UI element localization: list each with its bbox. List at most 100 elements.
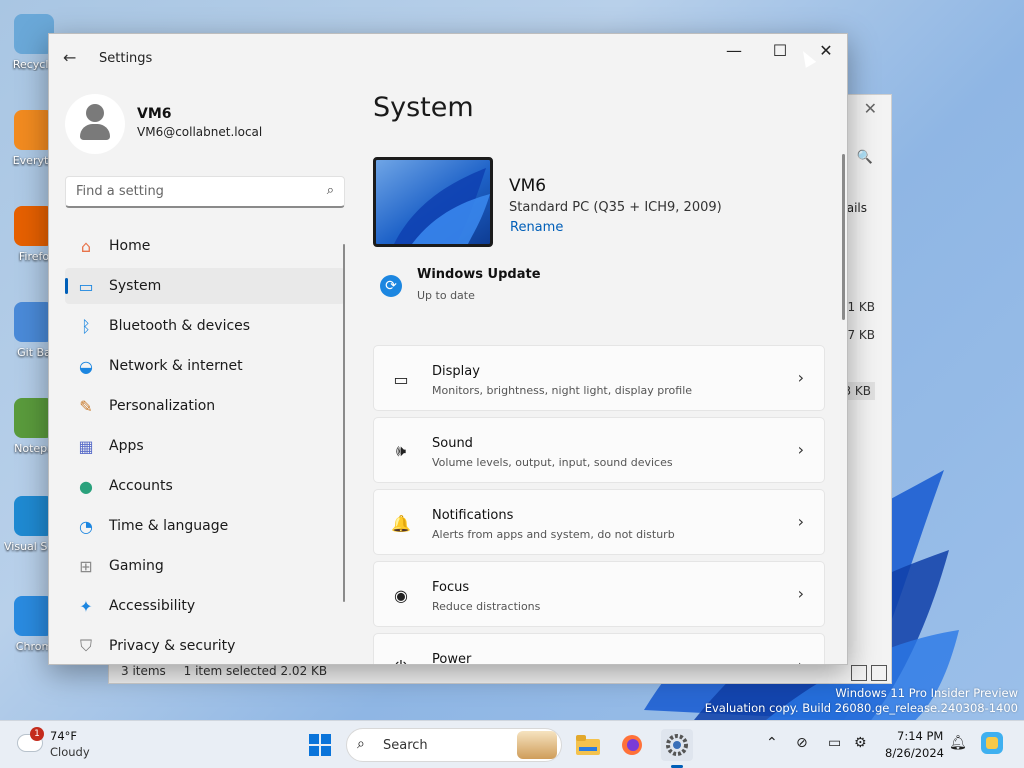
card-subtitle: Alerts from apps and system, do not dist…	[432, 528, 675, 541]
accounts-icon: ●	[79, 476, 93, 496]
settings-card-focus[interactable]: ◉ Focus Reduce distractions ›	[373, 561, 825, 627]
details-view-icon[interactable]	[851, 665, 867, 681]
home-icon: ⌂	[80, 236, 92, 256]
sidebar-item-label: Time & language	[109, 518, 229, 534]
tiles-view-icon[interactable]	[871, 665, 887, 681]
notification-badge: 1	[30, 727, 44, 741]
brush-icon: ✎	[79, 396, 93, 416]
view-buttons	[851, 665, 887, 681]
chevron-right-icon: ›	[797, 584, 804, 603]
sidebar-item-gaming[interactable]: ⊞ Gaming	[65, 548, 345, 584]
network-offline-icon[interactable]: ⊘	[796, 735, 808, 751]
sidebar-item-label: Accessibility	[109, 598, 196, 614]
item-count: 3 items	[121, 664, 166, 678]
settings-card-power[interactable]: ⏻ Power ›	[373, 633, 825, 665]
sidebar-scrollbar[interactable]	[343, 244, 345, 602]
card-title: Display	[432, 364, 480, 379]
card-title: Notifications	[432, 508, 514, 523]
weather-temperature: 74°F	[50, 729, 77, 743]
sidebar-item-apps[interactable]: ▦ Apps	[65, 428, 345, 464]
sidebar-item-home[interactable]: ⌂ Home	[65, 228, 345, 264]
settings-cards: ▭ Display Monitors, brightness, night ligh…	[373, 345, 825, 665]
find-setting-search: ⌕	[65, 176, 345, 208]
page-title: System	[373, 92, 474, 123]
settings-gear-icon[interactable]	[661, 729, 693, 761]
sidebar-item-bluetooth-devices[interactable]: ᛒ Bluetooth & devices	[65, 308, 345, 344]
copilot-icon[interactable]	[980, 731, 1004, 759]
wifi-icon: ◒	[79, 356, 93, 376]
power-icon: ⏻	[390, 656, 412, 664]
sidebar-item-label: Apps	[109, 438, 144, 454]
card-title: Power	[432, 652, 472, 665]
sidebar-nav: ⌂ Home ▭ System ᛒ Bluetooth & devices ◒ Network…	[65, 228, 345, 664]
clock-time[interactable]: 7:14 PM	[897, 729, 943, 743]
sidebar-item-label: Bluetooth & devices	[109, 318, 251, 334]
chevron-right-icon: ›	[797, 440, 804, 459]
windows-update-status: Up to date	[417, 289, 475, 302]
sidebar-item-label: Network & internet	[109, 358, 243, 374]
sidebar-item-privacy-security[interactable]: ⛉ Privacy & security	[65, 628, 345, 664]
user-name: VM6	[137, 106, 172, 122]
chevron-up-icon[interactable]: ⌃	[766, 735, 778, 751]
maximize-icon[interactable]: ☐	[757, 40, 803, 72]
title-bar: ← Settings — ☐ ✕	[49, 34, 847, 82]
start-button[interactable]	[304, 729, 336, 761]
sidebar-item-accounts[interactable]: ● Accounts	[65, 468, 345, 504]
sidebar-item-label: System	[109, 278, 162, 294]
back-arrow-icon[interactable]: ←	[63, 48, 76, 67]
bell-icon[interactable]: 🔔︎	[949, 735, 967, 751]
windows-update-icon[interactable]: ⟳	[380, 275, 402, 297]
card-title: Sound	[432, 436, 473, 451]
sidebar-item-label: Home	[109, 238, 151, 254]
chevron-right-icon: ›	[797, 512, 804, 531]
watermark-line-2: Evaluation copy. Build 26080.ge_release.…	[704, 701, 1018, 715]
display-icon: ▭	[393, 369, 409, 389]
card-subtitle: Monitors, brightness, night light, displ…	[432, 384, 693, 397]
search-label: Search	[383, 738, 428, 753]
sidebar-item-label: Gaming	[109, 558, 164, 574]
settings-card-sound[interactable]: 🕪 Sound Volume levels, output, input, soun…	[373, 417, 825, 483]
shield-icon: ⛉	[79, 636, 92, 655]
display-tray-icon[interactable]: ▭	[828, 735, 841, 751]
system-icon: ▭	[78, 276, 94, 296]
sync-icon[interactable]: ⚙	[854, 735, 867, 751]
sidebar-item-personalization[interactable]: ✎ Personalization	[65, 388, 345, 424]
sidebar-item-network-internet[interactable]: ◒ Network & internet	[65, 348, 345, 384]
rename-link[interactable]: Rename	[510, 220, 563, 235]
settings-card-display[interactable]: ▭ Display Monitors, brightness, night ligh…	[373, 345, 825, 411]
file-size: 1 KB	[847, 300, 875, 314]
firefox-icon[interactable]	[616, 729, 648, 761]
avatar[interactable]	[65, 94, 125, 154]
clock-date[interactable]: 8/26/2024	[885, 746, 944, 760]
card-subtitle: Volume levels, output, input, sound devi…	[432, 456, 673, 469]
minimize-icon[interactable]: —	[711, 40, 757, 72]
content-scrollbar[interactable]	[842, 154, 845, 320]
search-icon: ⌕	[326, 183, 334, 198]
device-name: VM6	[509, 176, 547, 196]
search-highlight-icon	[517, 731, 557, 759]
weather-condition: Cloudy	[50, 745, 90, 759]
close-icon[interactable]: ✕	[864, 99, 877, 118]
file-explorer-icon[interactable]	[572, 729, 604, 761]
watermark-line-1: Windows 11 Pro Insider Preview	[835, 686, 1018, 700]
sidebar-item-system[interactable]: ▭ System	[65, 268, 345, 304]
focus-icon: ◉	[394, 585, 408, 605]
user-email: VM6@collabnet.local	[137, 125, 263, 139]
search-input[interactable]	[66, 177, 296, 205]
sidebar-item-accessibility[interactable]: ✦ Accessibility	[65, 588, 345, 624]
sidebar-item-label: Privacy & security	[109, 638, 236, 654]
search-icon: ⌕	[357, 736, 365, 752]
taskbar-search[interactable]: ⌕ Search	[346, 728, 562, 762]
speaker-icon: 🕪	[395, 441, 407, 460]
chevron-right-icon: ›	[797, 368, 804, 387]
device-wallpaper-thumbnail	[373, 157, 493, 247]
settings-card-notifications[interactable]: 🔔 Notifications Alerts from apps and syste…	[373, 489, 825, 555]
sidebar-item-time-language[interactable]: ◔ Time & language	[65, 508, 345, 544]
window-title: Settings	[99, 51, 153, 66]
globe-icon: ◔	[79, 516, 93, 536]
selection-info: 1 item selected 2.02 KB	[183, 664, 328, 678]
windows-update-title[interactable]: Windows Update	[417, 267, 541, 282]
accessibility-icon: ✦	[79, 596, 93, 616]
gamepad-icon: ⊞	[79, 556, 93, 576]
search-icon[interactable]: 🔍	[857, 150, 873, 165]
